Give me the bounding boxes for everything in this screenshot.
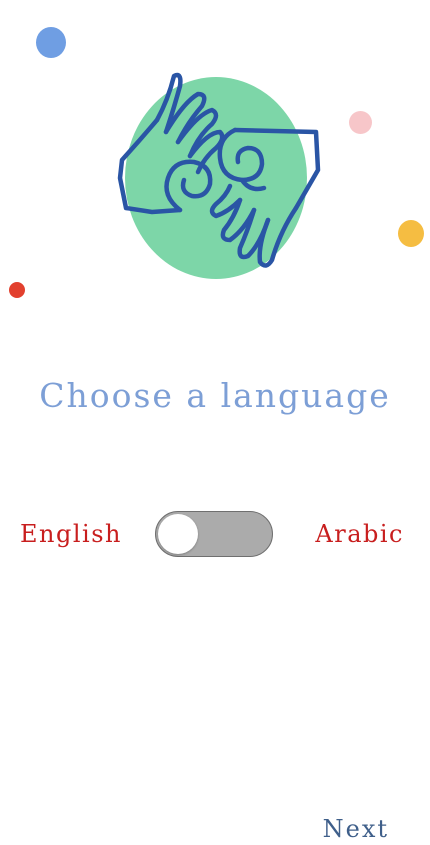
arabic-label[interactable]: Arabic [315, 520, 404, 548]
decorative-dot-pink [349, 111, 372, 134]
page-title: Choose a language [39, 376, 391, 415]
language-selection-screen: Choose a language English Arabic Next [0, 0, 430, 845]
toggle-knob[interactable] [158, 514, 198, 554]
language-toggle-switch[interactable] [155, 511, 273, 557]
decorative-dot-yellow [398, 220, 424, 247]
decorative-dot-red [9, 282, 25, 298]
decorative-dot-blue [36, 27, 66, 58]
sign-language-hands-icon [117, 72, 321, 279]
next-button[interactable]: Next [323, 815, 389, 843]
hero-illustration [100, 60, 340, 290]
english-label[interactable]: English [20, 520, 122, 548]
